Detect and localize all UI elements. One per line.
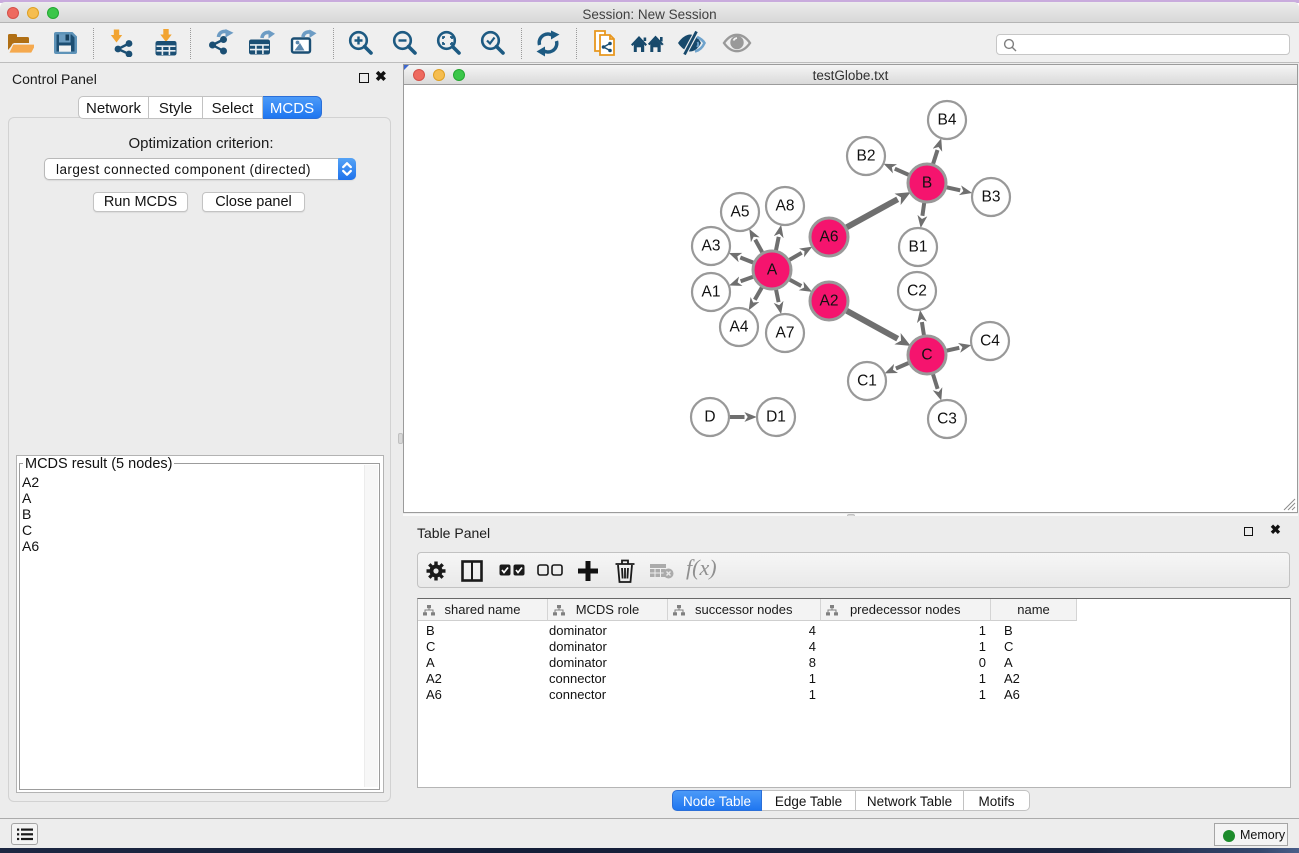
svg-text:B3: B3 [982,189,1001,206]
svg-text:D: D [704,409,715,426]
svg-text:C2: C2 [907,283,927,300]
svg-text:A4: A4 [730,319,749,336]
svg-text:A6: A6 [820,229,839,246]
svg-text:C: C [921,347,932,364]
svg-text:A5: A5 [731,204,750,221]
svg-text:C1: C1 [857,373,877,390]
svg-text:B1: B1 [909,239,928,256]
svg-text:B: B [922,175,932,192]
svg-text:C3: C3 [937,411,957,428]
svg-text:A: A [767,262,778,279]
svg-text:A8: A8 [776,198,795,215]
svg-text:B2: B2 [857,148,876,165]
svg-text:D1: D1 [766,409,786,426]
svg-text:A3: A3 [702,238,721,255]
svg-text:A1: A1 [702,284,721,301]
svg-text:A2: A2 [820,293,839,310]
svg-text:A7: A7 [776,325,795,342]
svg-text:C4: C4 [980,333,1000,350]
svg-text:B4: B4 [938,112,957,129]
